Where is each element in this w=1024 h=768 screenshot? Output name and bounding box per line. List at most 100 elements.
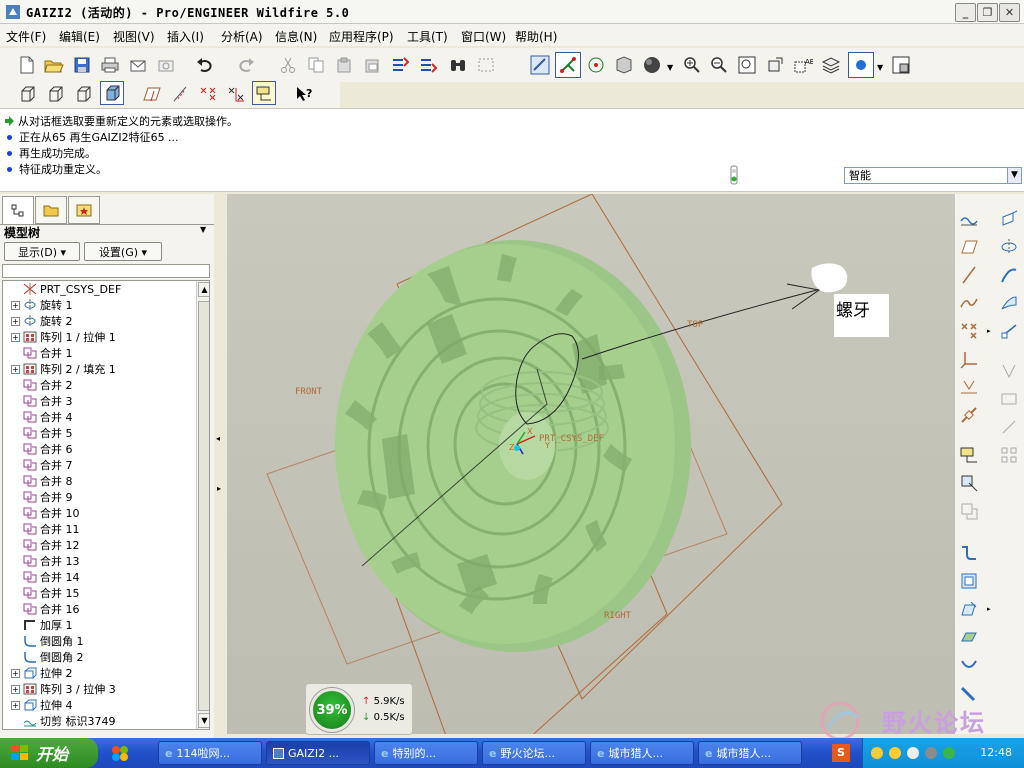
saved-views-icon[interactable]: [613, 54, 635, 76]
tree-item[interactable]: 合并 7: [3, 457, 73, 473]
save-icon[interactable]: [71, 54, 93, 76]
hidden-line-icon[interactable]: [44, 83, 66, 105]
tree-item[interactable]: 切剪 标识3749: [3, 713, 116, 729]
shell-tool-disabled-icon[interactable]: [998, 388, 1020, 410]
menu-tools[interactable]: 工具(T): [407, 28, 448, 45]
variable-section-sweep-icon[interactable]: [998, 320, 1020, 342]
expand-toggle-icon[interactable]: +: [11, 332, 20, 342]
tree-item[interactable]: 合并 3: [3, 393, 73, 409]
zoom-in-icon[interactable]: [681, 54, 703, 76]
layers-icon[interactable]: [820, 54, 842, 76]
annotation-feature-icon[interactable]: [958, 444, 980, 466]
tree-item[interactable]: 合并 11: [3, 521, 80, 537]
model-display-icon[interactable]: [890, 54, 912, 76]
shading-icon[interactable]: [100, 81, 124, 105]
selection-box-icon[interactable]: [475, 54, 497, 76]
csys-display-icon[interactable]: [225, 83, 247, 105]
taskbar-item[interactable]: e 114啦网...: [158, 741, 262, 765]
status-light-icon[interactable]: [729, 165, 739, 185]
tree-item[interactable]: + 阵列 3 / 拉伸 3: [3, 681, 116, 697]
tree-item[interactable]: 合并 2: [3, 377, 73, 393]
chevron-down-icon[interactable]: ▼: [1007, 168, 1021, 183]
menu-analysis[interactable]: 分析(A): [221, 28, 263, 45]
draft-dropdown-icon[interactable]: ▸: [987, 605, 991, 613]
expand-toggle-icon[interactable]: +: [11, 300, 20, 310]
minimize-button[interactable]: _: [955, 3, 976, 22]
network-speed-widget[interactable]: 39% ↑ 5.9K/s ↓ 0.5K/s: [305, 683, 413, 735]
tree-item[interactable]: 合并 6: [3, 441, 73, 457]
menu-edit[interactable]: 编辑(E): [59, 28, 100, 45]
shading-dropdown-icon[interactable]: ▼: [667, 63, 673, 72]
cut-icon[interactable]: [277, 54, 299, 76]
extrude-tool-icon[interactable]: [998, 208, 1020, 230]
shading-sphere-icon[interactable]: [641, 54, 663, 76]
expand-right-icon[interactable]: ▸: [217, 484, 221, 493]
orient-mode-icon[interactable]: [585, 54, 607, 76]
sketch-tool-icon[interactable]: [958, 208, 980, 230]
paste-icon[interactable]: [333, 54, 355, 76]
regenerate-icon[interactable]: [389, 54, 411, 76]
new-file-icon[interactable]: [16, 54, 38, 76]
draft-tool-icon[interactable]: [958, 598, 980, 620]
taskbar-item[interactable]: e 野火论坛...: [482, 741, 586, 765]
graphics-viewport[interactable]: FRONT TOP RIGHT PRT_CSYS_DEF X Y Z: [227, 194, 955, 734]
print-icon[interactable]: [99, 54, 121, 76]
tree-item[interactable]: + 阵列 1 / 拉伸 1: [3, 329, 116, 345]
taskbar-item[interactable]: e 特别的...: [374, 741, 478, 765]
no-hidden-icon[interactable]: [72, 83, 94, 105]
view-manager-icon[interactable]: AB: [792, 54, 814, 76]
menu-view[interactable]: 视图(V): [113, 28, 155, 45]
repaint-icon[interactable]: [529, 54, 551, 76]
expand-toggle-icon[interactable]: +: [11, 316, 20, 326]
menu-applications[interactable]: 应用程序(P): [329, 28, 394, 45]
menu-help[interactable]: 帮助(H): [515, 28, 557, 45]
offset-tool-icon[interactable]: [958, 570, 980, 592]
quick-launch-icon[interactable]: [110, 744, 130, 762]
tree-item[interactable]: 合并 16: [3, 601, 80, 617]
tree-scrollbar[interactable]: ▲ ▼: [196, 281, 209, 729]
selection-filter-select[interactable]: 智能 ▼: [844, 167, 1022, 184]
refit-icon[interactable]: [736, 54, 758, 76]
tree-item[interactable]: + 旋转 2: [3, 313, 73, 329]
menu-info[interactable]: 信息(N): [275, 28, 317, 45]
show-menu-button[interactable]: 显示(D) ▾: [4, 242, 80, 261]
revolve-tool-icon[interactable]: [998, 236, 1020, 258]
maximize-button[interactable]: ❐: [977, 3, 998, 22]
rib-tool-disabled-icon[interactable]: [998, 416, 1020, 438]
reorient-icon[interactable]: [764, 54, 786, 76]
send-mail-icon[interactable]: [127, 54, 149, 76]
tree-item[interactable]: 合并 15: [3, 585, 80, 601]
collapse-left-icon[interactable]: ◂: [216, 434, 220, 443]
trim-tool-icon[interactable]: [958, 654, 980, 676]
scroll-down-icon[interactable]: ▼: [198, 713, 209, 728]
tree-item[interactable]: 合并 4: [3, 409, 73, 425]
swept-blend-tool-icon[interactable]: [998, 292, 1020, 314]
datum-planes-icon[interactable]: [141, 83, 163, 105]
taskbar-item[interactable]: e 城市猎人...: [590, 741, 694, 765]
tree-item[interactable]: 加厚 1: [3, 617, 73, 633]
sogou-icon[interactable]: S: [832, 744, 850, 762]
tree-item[interactable]: 合并 13: [3, 553, 80, 569]
taskbar-item-active[interactable]: GAIZI2 ...: [266, 741, 370, 765]
datum-point-tool-icon[interactable]: [958, 320, 980, 342]
regen-manager-icon[interactable]: [417, 54, 439, 76]
zoom-out-icon[interactable]: [708, 54, 730, 76]
tree-item[interactable]: + 阵列 2 / 填充 1: [3, 361, 116, 377]
hole-tool-disabled-icon[interactable]: [998, 360, 1020, 382]
close-button[interactable]: ✕: [999, 3, 1020, 22]
tree-item[interactable]: + 旋转 1: [3, 297, 73, 313]
menu-window[interactable]: 窗口(W): [461, 28, 506, 45]
tab-folder-browser[interactable]: [35, 196, 67, 224]
datum-axes-icon[interactable]: [169, 83, 191, 105]
open-folder-icon[interactable]: [43, 54, 65, 76]
point-dropdown-icon[interactable]: ▸: [987, 327, 991, 335]
tree-item[interactable]: 合并 12: [3, 537, 80, 553]
scroll-up-icon[interactable]: ▲: [198, 282, 209, 297]
settings-menu-button[interactable]: 设置(G) ▾: [84, 242, 162, 261]
find-icon[interactable]: [447, 54, 469, 76]
tab-model-tree[interactable]: [2, 196, 34, 224]
solidify-tool-icon[interactable]: [958, 626, 980, 648]
tree-item[interactable]: 合并 5: [3, 425, 73, 441]
tree-item[interactable]: + 拉伸 2: [3, 665, 73, 681]
spin-center-icon[interactable]: [555, 52, 581, 78]
